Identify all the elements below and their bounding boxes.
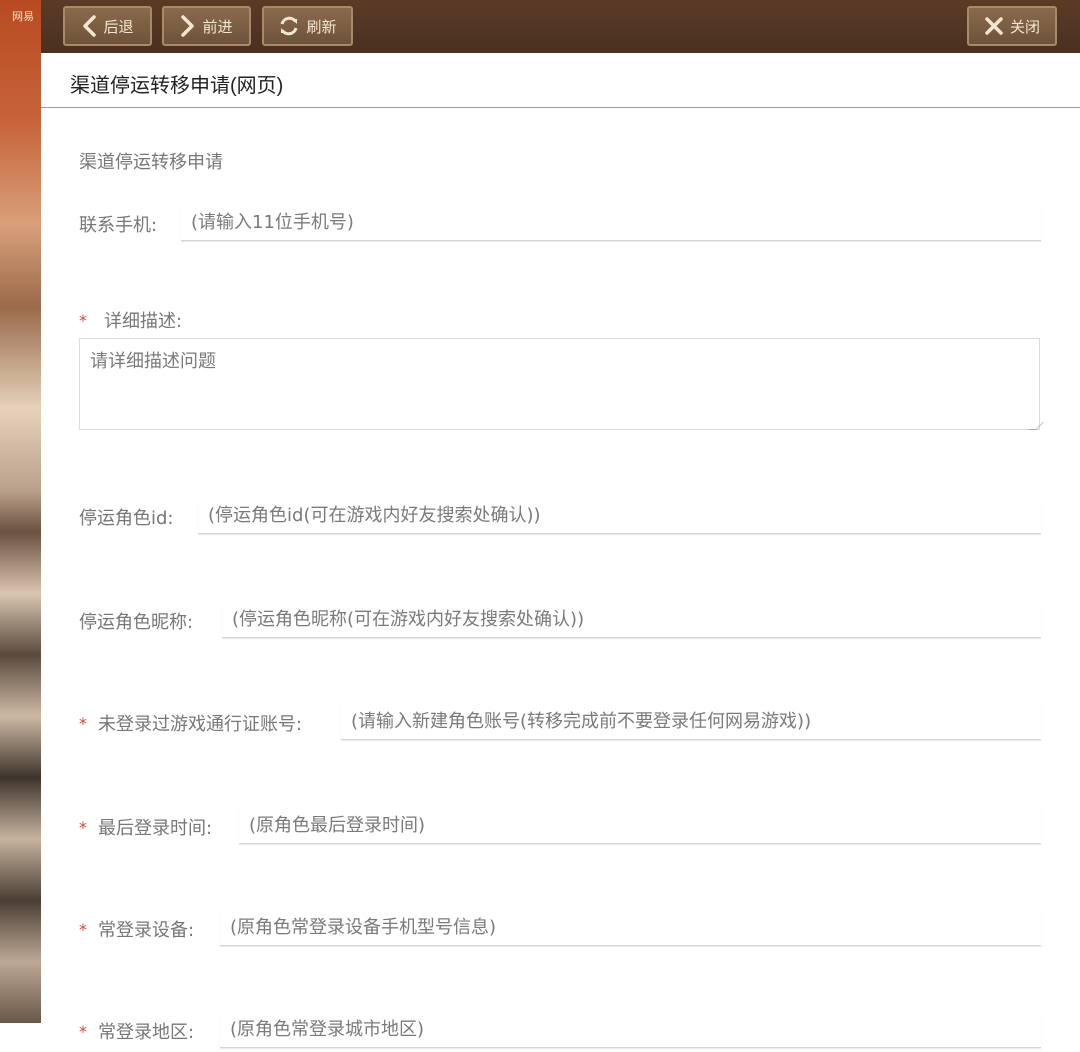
- close-icon: [984, 16, 1004, 36]
- refresh-label: 刷新: [306, 17, 337, 36]
- role-nickname-field: 停运角色昵称:: [79, 602, 1041, 642]
- chevron-left-icon: [81, 15, 97, 37]
- role-nickname-input[interactable]: [222, 602, 1041, 638]
- phone-field: 联系手机:: [79, 205, 1041, 245]
- account-input[interactable]: [341, 704, 1041, 740]
- form-heading: 渠道停运转移申请: [79, 152, 223, 173]
- phone-input[interactable]: [181, 205, 1041, 241]
- last-login-input[interactable]: [239, 808, 1041, 844]
- region-label: 常登录地区:: [98, 1022, 195, 1043]
- phone-label: 联系手机:: [79, 215, 158, 236]
- region-input[interactable]: [220, 1012, 1041, 1048]
- close-label: 关闭: [1009, 17, 1040, 36]
- refresh-button[interactable]: 刷新: [262, 6, 353, 46]
- description-textarea[interactable]: [79, 338, 1040, 430]
- last-login-field: * 最后登录时间:: [79, 808, 1041, 848]
- account-label: 未登录过游戏通行证账号:: [98, 714, 303, 735]
- required-star: *: [79, 920, 87, 939]
- device-input[interactable]: [220, 910, 1041, 946]
- refresh-icon: [278, 15, 300, 37]
- role-id-field: 停运角色id:: [79, 498, 1041, 538]
- side-decor-strip: 网易: [0, 0, 41, 1023]
- role-id-label: 停运角色id:: [79, 508, 174, 529]
- device-label: 常登录设备:: [98, 920, 195, 941]
- page-header: 渠道停运转移申请(网页): [41, 53, 1080, 108]
- required-star: *: [79, 818, 87, 837]
- netease-logo: 网易: [12, 10, 34, 23]
- description-label: 详细描述:: [104, 311, 183, 332]
- description-field-label-row: * 详细描述:: [79, 301, 1041, 341]
- role-id-input[interactable]: [198, 498, 1041, 534]
- chevron-right-icon: [180, 15, 196, 37]
- device-field: * 常登录设备:: [79, 910, 1041, 950]
- back-button[interactable]: 后退: [63, 6, 152, 46]
- browser-toolbar: 后退 前进 刷新 关闭: [41, 0, 1080, 53]
- required-star: *: [79, 311, 87, 330]
- role-nickname-label: 停运角色昵称:: [79, 612, 194, 633]
- page-title: 渠道停运转移申请(网页): [70, 75, 284, 97]
- close-button[interactable]: 关闭: [967, 6, 1057, 46]
- forward-label: 前进: [202, 17, 233, 36]
- region-field: * 常登录地区:: [79, 1012, 1041, 1052]
- application-form: 渠道停运转移申请 联系手机: * 详细描述: 停运角色id: 停运角色昵称: *…: [41, 108, 1080, 1048]
- back-label: 后退: [103, 17, 134, 36]
- required-star: *: [79, 1022, 87, 1041]
- last-login-label: 最后登录时间:: [98, 818, 213, 839]
- required-star: *: [79, 714, 87, 733]
- account-field: * 未登录过游戏通行证账号:: [79, 704, 1041, 744]
- forward-button[interactable]: 前进: [162, 6, 251, 46]
